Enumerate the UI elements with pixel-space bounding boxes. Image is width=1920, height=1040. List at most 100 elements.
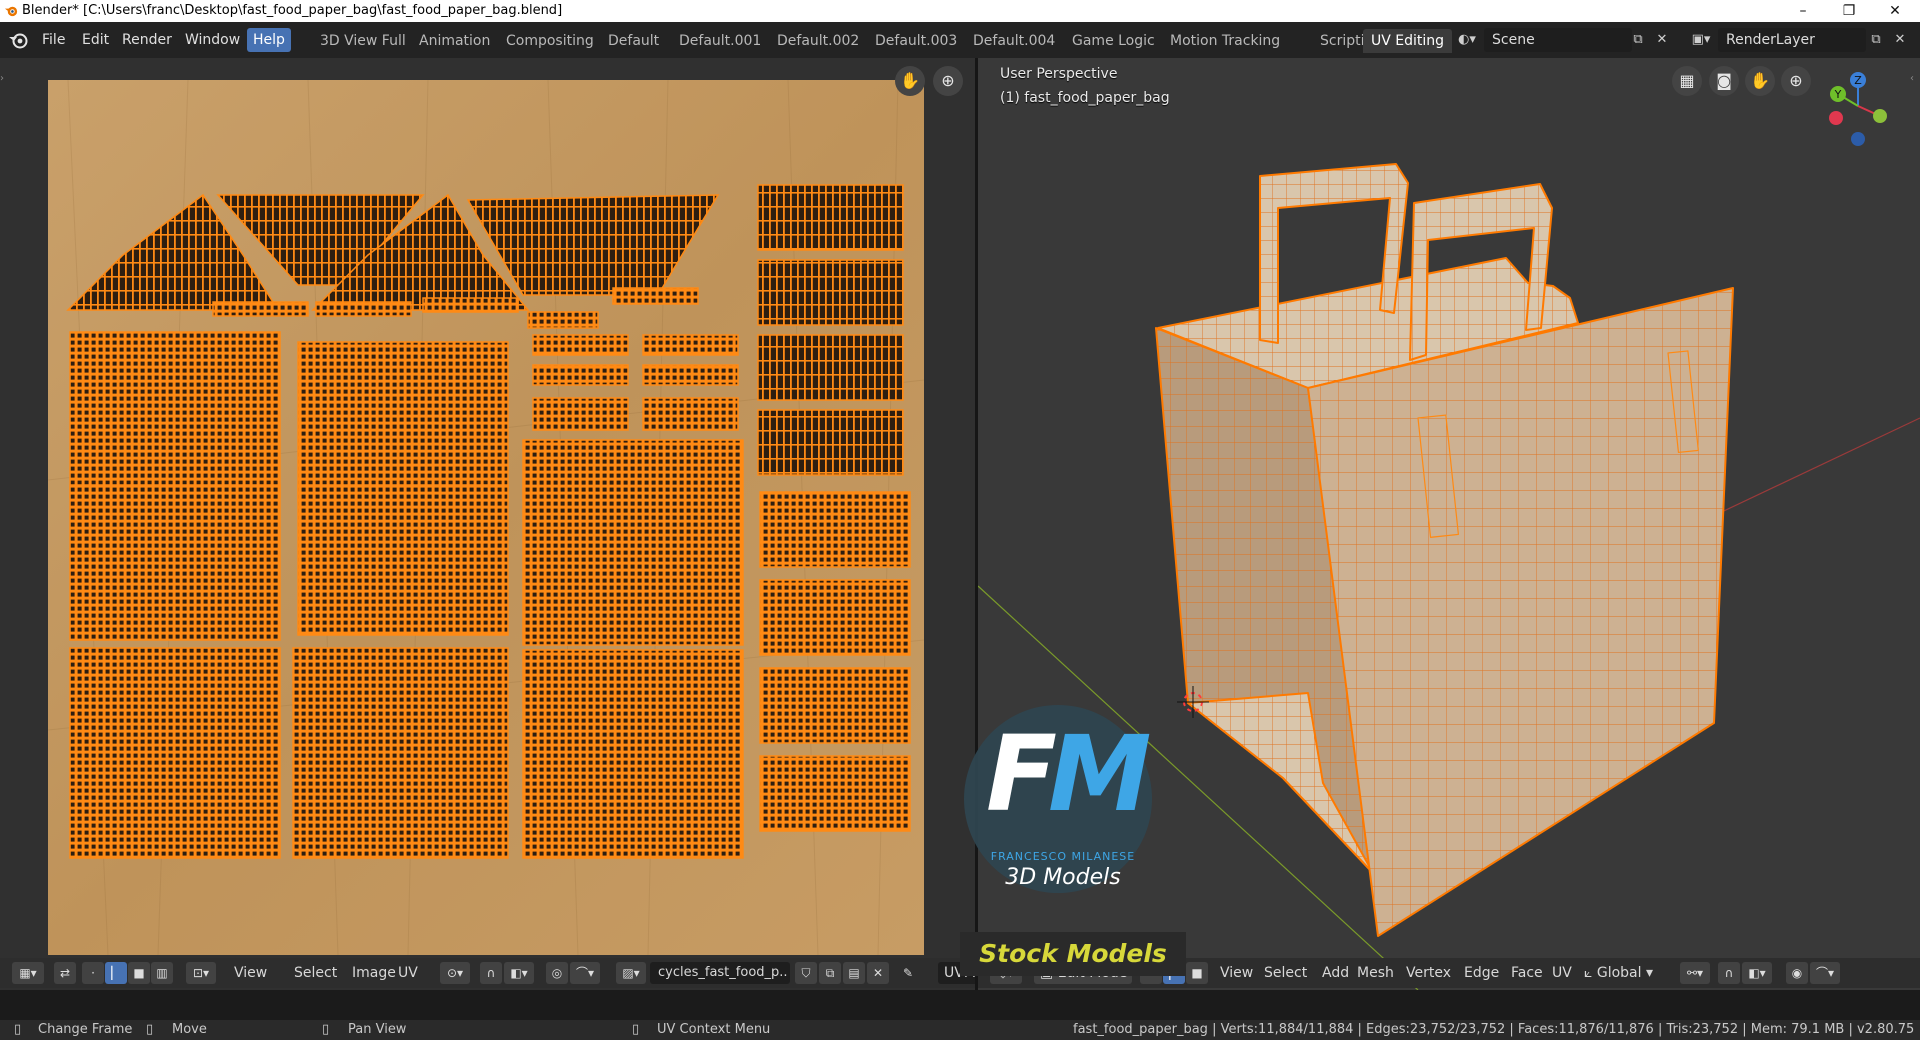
sticky-select-icon[interactable]: ⊡▾ xyxy=(186,962,216,984)
zoom-view-icon[interactable]: ⊕ xyxy=(933,66,963,96)
edge-select-icon[interactable]: ▏ xyxy=(105,962,127,984)
navigation-gizmo[interactable]: Z Y xyxy=(1808,66,1908,166)
3d-menu-mesh[interactable]: Mesh xyxy=(1351,962,1400,984)
mouse-right-icon: ▯ xyxy=(632,1022,640,1037)
sidebar-toggle-icon[interactable]: ‹ xyxy=(1910,73,1918,93)
tab-default-002[interactable]: Default.002 xyxy=(769,29,867,53)
image-browse-icon[interactable]: ▨▾ xyxy=(616,962,646,984)
uv-editor[interactable]: › ✋ ⊕ ▦▾ ⇄ · ▏ ■ ▥ ⊡▾ View Select Image … xyxy=(0,58,982,990)
blender-logo-icon xyxy=(4,6,18,17)
open-image-icon[interactable]: ▤ xyxy=(843,962,865,984)
pin-icon[interactable]: ✎ xyxy=(897,962,919,984)
status-hint-change-frame: Change Frame xyxy=(38,1022,133,1037)
tab-default[interactable]: Default xyxy=(600,29,667,53)
minimize-button[interactable]: – xyxy=(1780,0,1826,22)
window-title: Blender* [C:\Users\franc\Desktop\fast_fo… xyxy=(22,3,563,18)
island-select-icon[interactable]: ▥ xyxy=(151,962,173,984)
tab-3d-view-full[interactable]: 3D View Full xyxy=(312,29,414,53)
3d-menu-view[interactable]: View xyxy=(1214,962,1259,984)
menu-help[interactable]: Help xyxy=(247,28,291,52)
mouse-left-icon: ▯ xyxy=(14,1022,22,1037)
zoom-3d-icon[interactable]: ⊕ xyxy=(1781,66,1811,96)
view-layer-selector-icon[interactable]: ▣▾ xyxy=(1686,28,1716,52)
proportional-edit-icon[interactable]: ◎ xyxy=(546,962,568,984)
menu-window[interactable]: Window xyxy=(179,28,246,52)
tab-default-001[interactable]: Default.001 xyxy=(671,29,769,53)
pivot-icon[interactable]: ⚯▾ xyxy=(1680,962,1710,984)
scene-statistics: fast_food_paper_bag | Verts:11,884/11,88… xyxy=(1073,1022,1915,1037)
snap-target-icon[interactable]: ◧▾ xyxy=(504,962,534,984)
watermark-name: FRANCESCO MILANESE xyxy=(990,850,1136,863)
close-window-button[interactable]: ✕ xyxy=(1872,0,1918,22)
chevron-down-icon: ▾ xyxy=(1641,965,1653,981)
pan-view-hand-icon[interactable]: ✋ xyxy=(895,66,925,96)
menu-edit[interactable]: Edit xyxy=(76,28,115,52)
paper-bag-mesh xyxy=(1155,163,1734,937)
watermark-banner: Stock Models xyxy=(960,932,1186,976)
tab-uv-editing[interactable]: UV Editing xyxy=(1363,29,1453,53)
tab-motion-tracking[interactable]: Motion Tracking xyxy=(1162,29,1288,53)
uv-region-toggle-icon[interactable]: › xyxy=(0,73,8,93)
tab-default-004[interactable]: Default.004 xyxy=(965,29,1063,53)
uv-islands xyxy=(66,184,911,859)
menu-file[interactable]: File xyxy=(36,28,71,52)
3d-snap-icon[interactable]: ∩ xyxy=(1718,962,1740,984)
3d-falloff-icon[interactable]: ⌒▾ xyxy=(1810,962,1840,984)
camera-view-icon[interactable]: ◙ xyxy=(1709,66,1739,96)
mouse-middle-icon: ▯ xyxy=(322,1022,330,1037)
gizmo-z-label: Z xyxy=(1854,74,1862,87)
falloff-icon[interactable]: ⌒▾ xyxy=(570,962,600,984)
status-hint-move: Move xyxy=(172,1022,207,1037)
grid-view-icon[interactable]: ▦ xyxy=(1672,66,1702,96)
3d-menu-edge[interactable]: Edge xyxy=(1458,962,1505,984)
uv-menu-select[interactable]: Select xyxy=(288,962,343,984)
uv-menu-uv[interactable]: UV xyxy=(392,962,424,984)
uv-image-canvas[interactable] xyxy=(48,80,924,955)
active-object-label: (1) fast_food_paper_bag xyxy=(1000,90,1170,106)
editor-type-icon[interactable]: ▦▾ xyxy=(12,962,44,984)
3d-menu-select[interactable]: Select xyxy=(1258,962,1313,984)
pivot-point-icon[interactable]: ⊙▾ xyxy=(440,962,470,984)
image-name-field[interactable]: cycles_fast_food_p.. xyxy=(650,962,790,984)
scene-field[interactable]: Scene xyxy=(1484,28,1632,52)
face-select-icon[interactable]: ■ xyxy=(128,962,150,984)
render-layer-field[interactable]: RenderLayer xyxy=(1718,28,1866,52)
status-hint-uv-context-menu: UV Context Menu xyxy=(657,1022,771,1037)
menu-render[interactable]: Render xyxy=(116,28,178,52)
delete-scene-icon[interactable]: ✕ xyxy=(1650,28,1674,52)
view-perspective-label: User Perspective xyxy=(1000,66,1118,82)
tab-animation[interactable]: Animation xyxy=(411,29,498,53)
unlink-image-icon[interactable]: ✕ xyxy=(867,962,889,984)
fake-user-icon[interactable]: ⛉ xyxy=(795,962,817,984)
maximize-button[interactable]: ❐ xyxy=(1826,0,1872,22)
new-view-layer-icon[interactable]: ⧉ xyxy=(1864,28,1888,52)
3d-menu-face[interactable]: Face xyxy=(1505,962,1549,984)
watermark-subtitle: 3D Models xyxy=(1005,865,1121,890)
new-scene-icon[interactable]: ⧉ xyxy=(1626,28,1650,52)
tab-game-logic[interactable]: Game Logic xyxy=(1064,29,1163,53)
orientation-value: Global xyxy=(1596,965,1642,981)
status-hint-pan-view: Pan View xyxy=(348,1022,407,1037)
transform-orientation-dropdown[interactable]: ⟀ Global ▾ xyxy=(1584,962,1664,984)
watermark: F M FRANCESCO MILANESE 3D Models xyxy=(958,705,1188,945)
face-mode-icon[interactable]: ■ xyxy=(1186,962,1208,984)
vertex-select-icon[interactable]: · xyxy=(82,962,104,984)
uv-menu-view[interactable]: View xyxy=(228,962,273,984)
tab-default-003[interactable]: Default.003 xyxy=(867,29,965,53)
delete-view-layer-icon[interactable]: ✕ xyxy=(1888,28,1912,52)
window-titlebar: Blender* [C:\Users\franc\Desktop\fast_fo… xyxy=(0,0,1920,22)
snap-icon[interactable]: ∩ xyxy=(480,962,502,984)
3d-proportional-icon[interactable]: ◉ xyxy=(1786,962,1808,984)
pan-3d-hand-icon[interactable]: ✋ xyxy=(1745,66,1775,96)
3d-menu-vertex[interactable]: Vertex xyxy=(1400,962,1457,984)
blender-menu-icon[interactable] xyxy=(8,30,30,50)
watermark-m: M xyxy=(1048,713,1152,835)
3d-snap-target-icon[interactable]: ◧▾ xyxy=(1742,962,1772,984)
scene-selector-icon[interactable]: ◐▾ xyxy=(1452,28,1482,52)
3d-menu-add[interactable]: Add xyxy=(1316,962,1355,984)
new-image-icon[interactable]: ⧉ xyxy=(819,962,841,984)
3d-menu-uv[interactable]: UV xyxy=(1546,962,1578,984)
sync-selection-icon[interactable]: ⇄ xyxy=(54,962,76,984)
tab-compositing[interactable]: Compositing xyxy=(498,29,602,53)
watermark-f: F xyxy=(986,713,1058,835)
